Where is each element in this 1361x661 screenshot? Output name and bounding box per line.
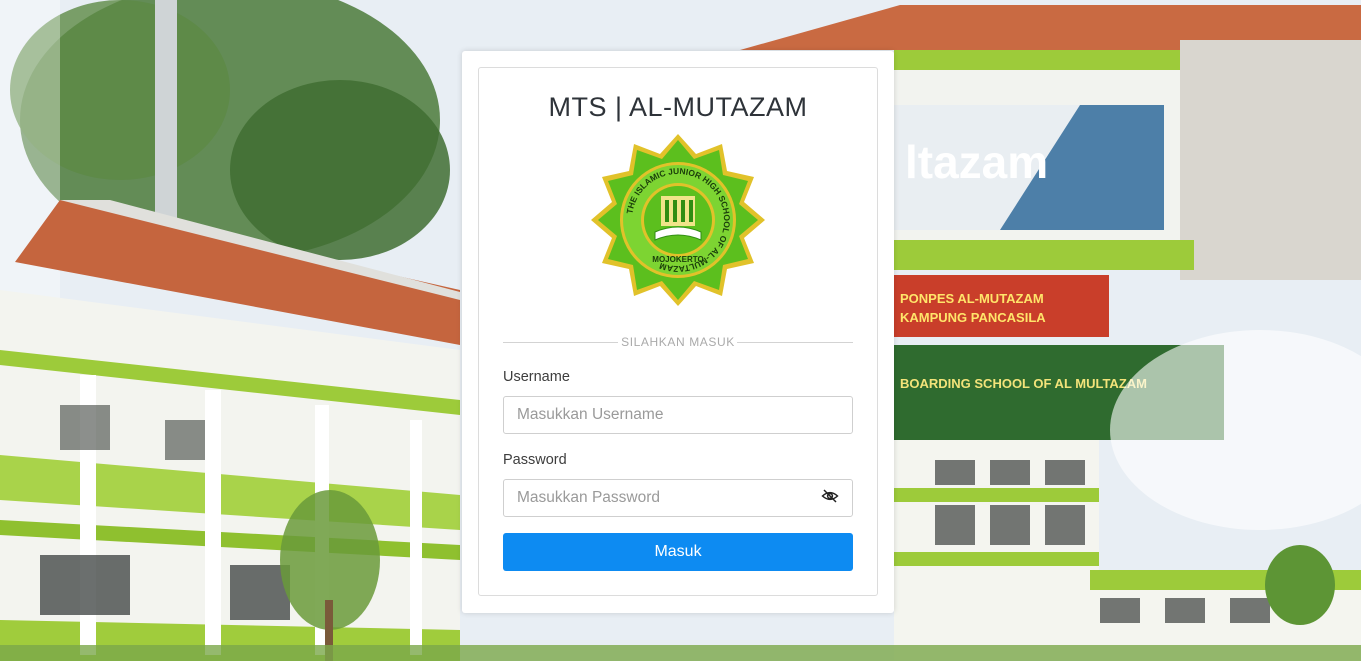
- divider-line-right: [737, 342, 853, 343]
- school-logo-icon: THE ISLAMIC JUNIOR HIGH SCHOOL OF AL-MUL…: [591, 134, 765, 306]
- eye-slash-icon[interactable]: [821, 487, 839, 505]
- sign-text-1: ltazam: [905, 136, 1048, 188]
- logo-city-text: MOJOKERTO: [652, 255, 703, 264]
- sign-text-2: PONPES AL-MUTAZAM: [900, 291, 1044, 306]
- section-divider: SILAHKAN MASUK: [503, 334, 853, 350]
- username-input[interactable]: [503, 396, 853, 434]
- password-label: Password: [503, 452, 567, 468]
- login-button[interactable]: Masuk: [503, 533, 853, 571]
- sign-text-3: KAMPUNG PANCASILA: [900, 310, 1046, 325]
- username-label: Username: [503, 369, 570, 385]
- login-card: MTS | AL-MUTAZAM THE ISLAMIC JUNIOR HIGH…: [462, 51, 894, 613]
- login-card-body: MTS | AL-MUTAZAM THE ISLAMIC JUNIOR HIGH…: [478, 67, 878, 596]
- page-title: MTS | AL-MUTAZAM: [548, 92, 808, 122]
- password-input[interactable]: [503, 479, 853, 517]
- sign-text-4: BOARDING SCHOOL OF AL MULTAZAM: [900, 376, 1147, 391]
